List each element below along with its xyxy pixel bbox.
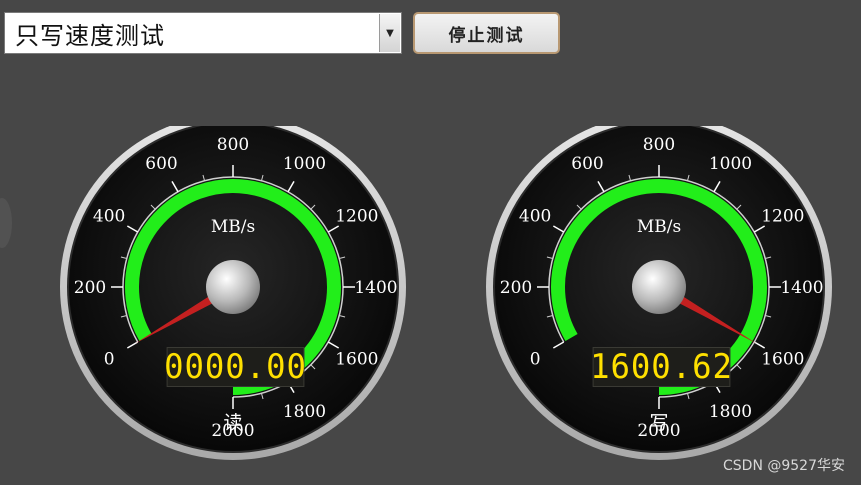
read-gauge-caption: 读 <box>223 412 243 434</box>
gauge-hub <box>632 260 686 314</box>
gauge-tick-label: 0 <box>530 350 541 370</box>
write-gauge-caption: 写 <box>649 412 669 434</box>
write-speed-display: 1600.62 <box>590 347 733 387</box>
gauge-tick-label: 1400 <box>780 278 823 298</box>
read-speed-gauge: 0 200 400 600 800 1000 1200 1400 1600 1800 2000 MB/… <box>52 126 414 468</box>
read-speed-display: 0000.00 <box>164 347 307 387</box>
gauge-hub <box>206 260 260 314</box>
gauge-tick-label: 400 <box>93 207 125 227</box>
dropdown-arrow-button[interactable]: ▼ <box>379 14 400 52</box>
gauge-unit-label: MB/s <box>637 217 681 237</box>
gauge-tick-label: 400 <box>519 207 551 227</box>
stop-test-button[interactable]: 停止测试 <box>413 12 560 54</box>
gauge-tick-label: 1200 <box>335 207 378 227</box>
gauge-tick-label: 200 <box>500 278 532 298</box>
gauge-tick-label: 1600 <box>335 350 378 370</box>
gauge-tick-label: 1000 <box>709 154 752 174</box>
write-speed-gauge: 0 200 400 600 800 1000 1200 1400 1600 1800 2000 MB/… <box>478 126 840 468</box>
gauge-tick-label: 1200 <box>761 207 804 227</box>
gauge-tick-label: 600 <box>145 154 177 174</box>
gauge-tick-label: 800 <box>643 135 675 155</box>
chevron-down-icon: ▼ <box>386 27 394 39</box>
test-mode-value: 只写速度测试 <box>15 21 165 50</box>
watermark: CSDN @9527华安 <box>723 458 845 474</box>
test-mode-dropdown[interactable]: 只写速度测试 ▼ <box>4 12 402 54</box>
gauge-tick-label: 1000 <box>283 154 326 174</box>
gauge-tick-label: 800 <box>217 135 249 155</box>
gauge-tick-label: 600 <box>571 154 603 174</box>
speed-test-window: 只写速度测试 ▼ 停止测试 0 200 400 600 800 1000 1200 1400 1… <box>0 0 861 485</box>
gauge-tick-label: 1600 <box>761 350 804 370</box>
gauge-tick-label: 0 <box>104 350 115 370</box>
gauge-tick-label: 1400 <box>354 278 397 298</box>
left-edge-handle <box>0 198 12 248</box>
gauge-tick-label: 200 <box>74 278 106 298</box>
gauge-unit-label: MB/s <box>211 217 255 237</box>
